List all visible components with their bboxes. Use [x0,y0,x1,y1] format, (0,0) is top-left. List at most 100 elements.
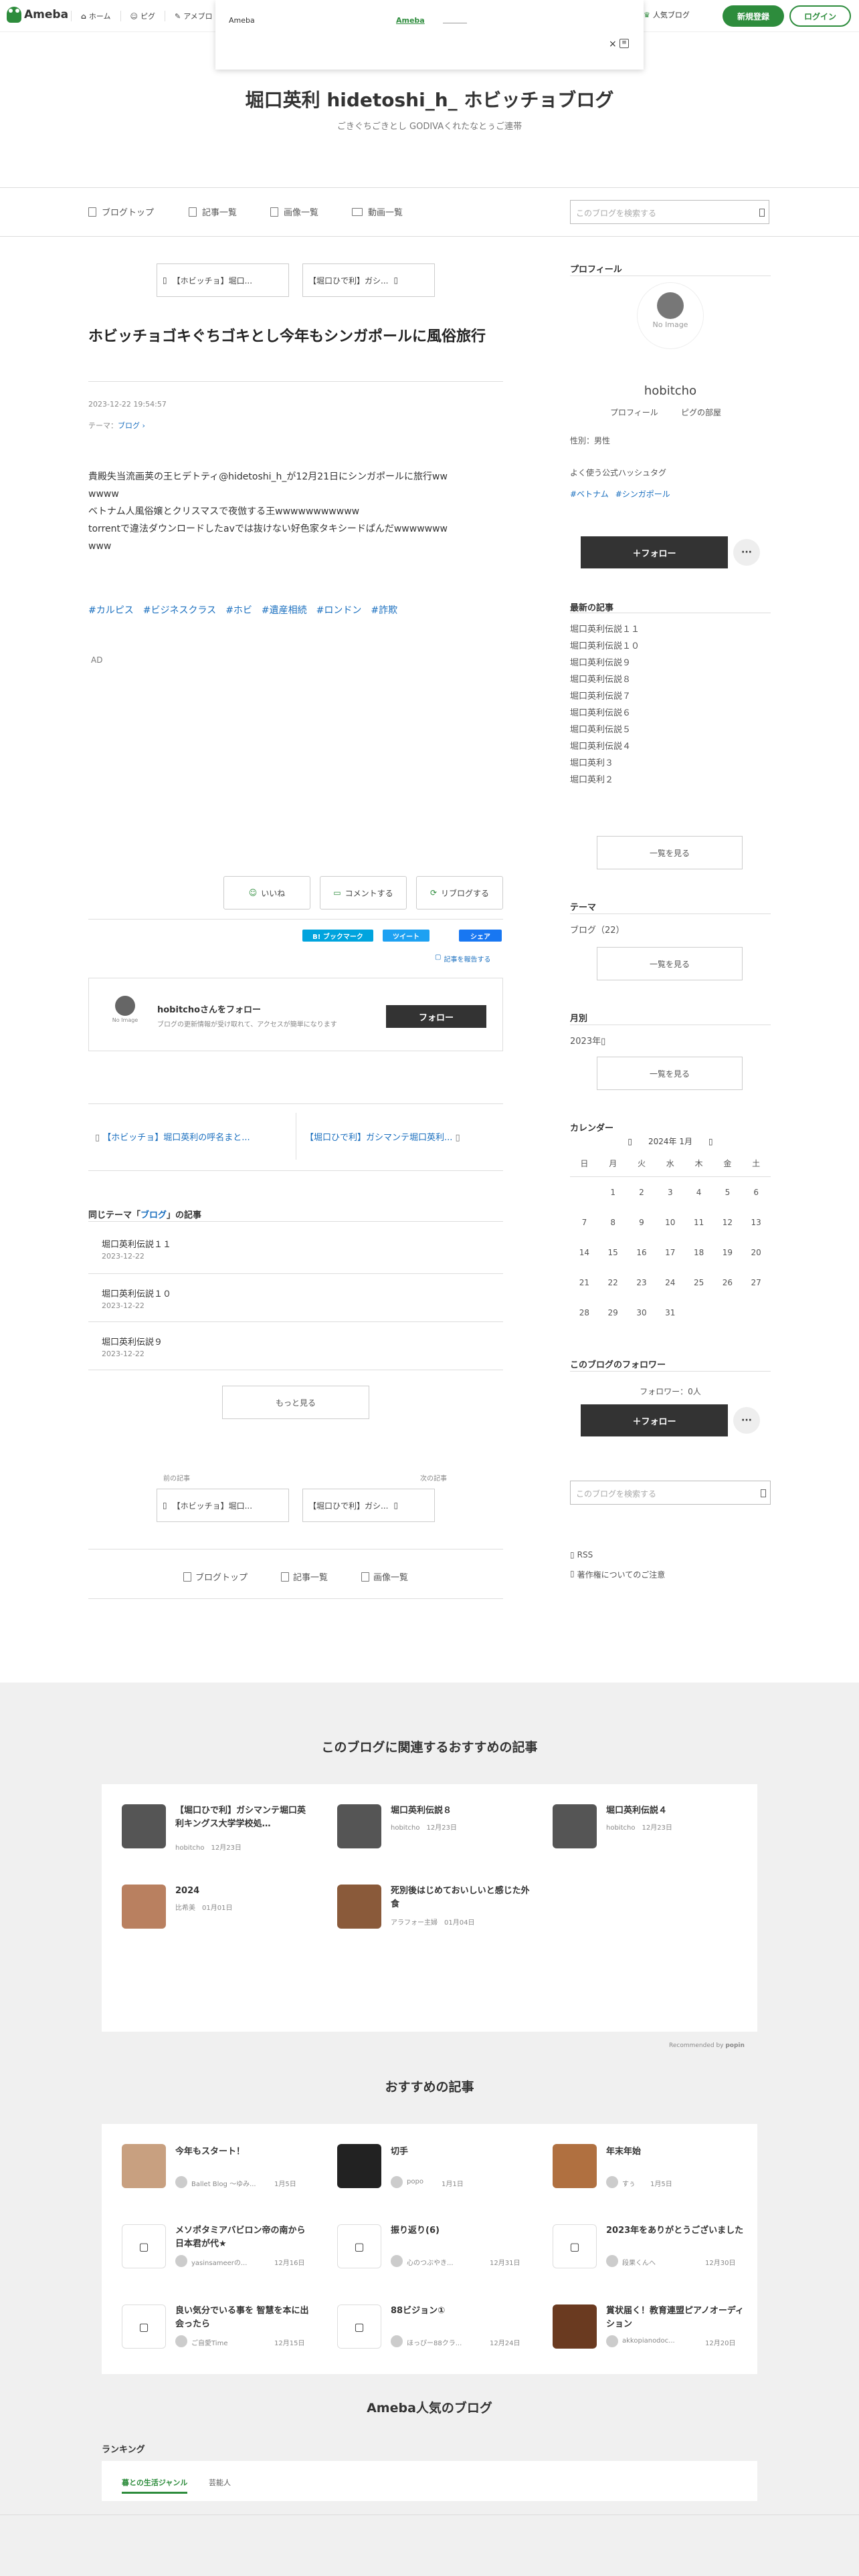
copyright-link[interactable]: ▯ 著作権についてのご注意 [570,1569,665,1580]
recent-item[interactable]: 堀口英利伝説５ [570,722,631,735]
tweet-button[interactable]: ツイート [383,930,430,942]
osusume-title[interactable]: 88ビジョン① [391,2304,524,2318]
same-theme-item-title[interactable]: 堀口英利伝説９ [102,1335,163,1348]
search-icon[interactable] [761,1489,766,1497]
recent-item[interactable]: 堀口英利伝説９ [570,655,631,668]
recommend-title[interactable]: 死別後はじめておいしいと感じた外食 [391,1885,538,1911]
footer-images[interactable]: 画像一覧 [361,1570,408,1583]
document-icon[interactable]: ▢ [122,2304,166,2349]
ameba-logo[interactable]: Ameba [7,7,68,23]
like-button[interactable]: ☺ いいね [223,876,310,909]
prev-article-link[interactable]: ▯ 【ホビッチョ】堀口英利の呼名まと... [95,1130,250,1143]
same-theme-item-title[interactable]: 堀口英利伝説１１ [102,1237,171,1250]
sidebar-search-input[interactable]: このブログを検索する [570,1481,771,1505]
prev-entry-button[interactable]: ▯ 【ホビッチョ】堀口... [157,263,289,297]
recent-item[interactable]: 堀口英利伝説７ [570,689,631,702]
hashtag[interactable]: #ホビ [225,603,252,617]
hashtag[interactable]: #ロンドン [316,603,362,617]
article-thumbnail[interactable] [337,1804,381,1848]
osusume-title[interactable]: 今年もスタート！ [175,2145,309,2159]
nav-pigg[interactable]: ☺ ピグ [120,11,165,21]
document-icon[interactable]: ▢ [337,2304,381,2349]
chevron-right-icon[interactable]: ▯ [708,1137,713,1146]
recommend-title[interactable]: 堀口英利伝説８ [391,1804,524,1818]
document-icon[interactable]: ▢ [122,2224,166,2268]
recent-item[interactable]: 堀口英利伝説６ [570,706,631,718]
hashtag[interactable]: #ビジネスクラス [143,603,216,617]
ranking-tab-lifestyle[interactable]: 暮との生活ジャンル [122,2477,188,2494]
next-entry-button-bottom[interactable]: 【堀口ひで利】ガシ... ▯ [302,1489,435,1522]
ranking-tab-celebrity[interactable]: 芸能人 [209,2477,231,2488]
theme-item[interactable]: ブログ（22） [570,923,625,936]
profile-avatar[interactable]: No Image [637,282,704,349]
login-button[interactable]: ログイン [789,5,851,27]
article-thumbnail[interactable] [553,2304,597,2349]
next-article-link[interactable]: 【堀口ひで利】ガシマンテ堀口英利... ▯ [305,1130,460,1143]
article-thumbnail[interactable] [337,2144,381,2188]
next-entry-button[interactable]: 【堀口ひで利】ガシ... ▯ [302,263,435,297]
chevron-left-icon[interactable]: ▯ [628,1137,632,1146]
followers-follow-button[interactable]: ＋フォロー [581,1404,728,1436]
theme-link[interactable]: ブログ [118,421,140,430]
article-thumbnail[interactable] [553,2144,597,2188]
popin-logo[interactable]: popin [725,2042,745,2049]
osusume-title[interactable]: メソポタミアバビロン帝の南から日本君が代★ [175,2224,309,2251]
more-options-icon[interactable]: ··· [733,539,760,566]
recent-see-all-button[interactable]: 一覧を見る [597,836,743,869]
article-thumbnail[interactable] [122,2144,166,2188]
hashtag[interactable]: #遺産相続 [262,603,307,617]
recent-item[interactable]: 堀口英利２ [570,772,613,785]
hashtag[interactable]: #詐欺 [371,603,397,617]
nav-entries[interactable]: 記事一覧 [189,205,237,218]
article-thumbnail[interactable] [337,1885,381,1929]
blog-title[interactable]: 堀口英利 hidetoshi_h_ ホビッチョブログ [0,86,859,112]
sidebar-follow-button[interactable]: ＋フォロー [581,536,728,568]
recent-item[interactable]: 堀口英利３ [570,756,613,768]
document-icon[interactable]: ▢ [553,2224,597,2268]
recommend-title[interactable]: 【堀口ひで利】ガシマンテ堀口英利キングス大学学校処… [175,1804,309,1831]
signup-button[interactable]: 新規登録 [723,5,784,27]
prev-entry-button-bottom[interactable]: ▯ 【ホビッチョ】堀口... [157,1489,289,1522]
theme-see-all-button[interactable]: 一覧を見る [597,947,743,980]
hashtag[interactable]: #カルピス [88,603,134,617]
footer-blogtop[interactable]: ブログトップ [183,1570,248,1583]
popular-blog-link[interactable]: ♛ 人気ブログ [644,9,690,20]
osusume-title[interactable]: 切手 [391,2145,524,2159]
close-icon[interactable]: × [609,39,617,49]
osusume-title[interactable]: 良い気分でいる事を 智慧を本に出会ったら [175,2304,309,2331]
nav-home[interactable]: ⌂ ホーム [71,11,120,21]
room-link[interactable]: ピグの部屋 [681,407,721,418]
footer-entries[interactable]: 記事一覧 [281,1570,328,1583]
recent-item[interactable]: 堀口英利伝説４ [570,739,631,752]
reblog-button[interactable]: ⟳ リブログする [416,876,503,909]
osusume-title[interactable]: 2023年をありがとうございました [606,2224,747,2238]
more-button[interactable]: もっと見る [222,1386,369,1419]
facebook-share-button[interactable]: シェア [459,930,502,942]
month-item[interactable]: 2023年▯ [570,1034,605,1047]
recommend-title[interactable]: 堀口英利伝説４ [606,1804,740,1818]
same-theme-item-title[interactable]: 堀口英利伝説１０ [102,1287,171,1299]
document-icon[interactable]: ▢ [337,2224,381,2268]
recommend-title[interactable]: 2024 [175,1885,309,1898]
blog-search-input[interactable]: このブログを検索する [570,200,769,224]
profile-link[interactable]: プロフィール [610,407,658,418]
nav-videos[interactable]: 動画一覧 [352,205,403,218]
official-hashtag[interactable]: #ベトナム [570,488,609,500]
more-options-icon[interactable]: ··· [733,1407,760,1434]
nav-images[interactable]: 画像一覧 [270,205,318,218]
osusume-title[interactable]: 振り返り(6) [391,2224,524,2238]
article-thumbnail[interactable] [122,1885,166,1929]
menu-icon[interactable]: ≡ [619,39,629,48]
recent-item[interactable]: 堀口英利伝説１０ [570,639,640,651]
recent-item[interactable]: 堀口英利伝説１１ [570,622,640,635]
osusume-title[interactable]: 賞状届く！教育連盟ピアノオーディション [606,2304,747,2331]
osusume-title[interactable]: 年末年始 [606,2145,740,2159]
comment-button[interactable]: ▭ コメントする [320,876,407,909]
official-hashtag[interactable]: #シンガポール [615,488,670,500]
profile-name[interactable]: hobitcho [570,384,771,398]
article-thumbnail[interactable] [122,1804,166,1848]
report-link[interactable]: ▢ 記事を報告する [435,954,490,964]
nav-ameblo[interactable]: ✎ アメブロ [165,11,222,21]
article-thumbnail[interactable] [553,1804,597,1848]
hatena-bookmark-button[interactable]: B! ブックマーク [302,930,373,942]
